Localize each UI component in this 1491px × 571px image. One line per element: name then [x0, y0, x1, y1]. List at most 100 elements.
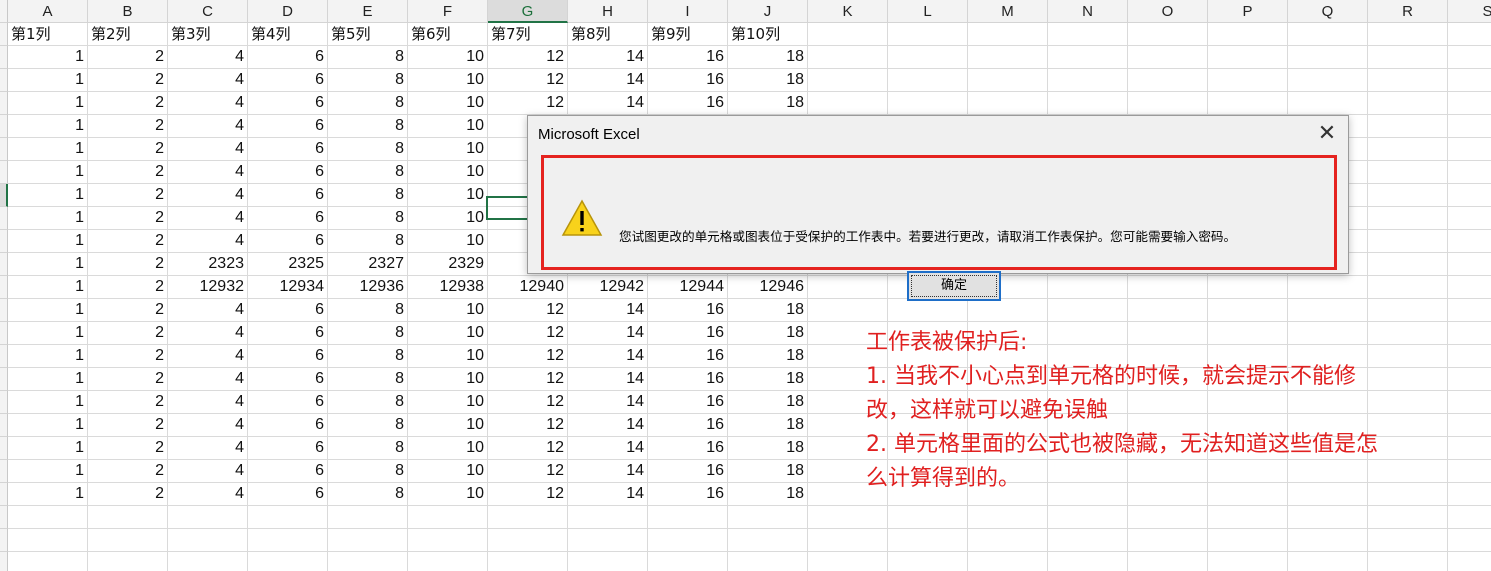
cell-A13[interactable]: 1: [8, 299, 88, 322]
cell-R1[interactable]: [1368, 23, 1448, 46]
cell-K12[interactable]: [808, 276, 888, 299]
cell-G20[interactable]: 12: [488, 460, 568, 483]
cell-I4[interactable]: 16: [648, 92, 728, 115]
cell-D21[interactable]: 6: [248, 483, 328, 506]
cell-I14[interactable]: 16: [648, 322, 728, 345]
cell-I21[interactable]: 16: [648, 483, 728, 506]
cell-H19[interactable]: 14: [568, 437, 648, 460]
cell-K4[interactable]: [808, 92, 888, 115]
cell-P12[interactable]: [1208, 276, 1288, 299]
cell-B17[interactable]: 2: [88, 391, 168, 414]
cell-E7[interactable]: 8: [328, 161, 408, 184]
cell-H14[interactable]: 14: [568, 322, 648, 345]
cell-I2[interactable]: 16: [648, 46, 728, 69]
cell-R9[interactable]: [1368, 207, 1448, 230]
column-header-E[interactable]: E: [328, 0, 408, 23]
cell-G19[interactable]: 12: [488, 437, 568, 460]
cell-B15[interactable]: 2: [88, 345, 168, 368]
cell-E19[interactable]: 8: [328, 437, 408, 460]
cell-S22[interactable]: [1448, 506, 1491, 529]
cell-N23[interactable]: [1048, 529, 1128, 552]
cell-C12[interactable]: 12932: [168, 276, 248, 299]
cell-O2[interactable]: [1128, 46, 1208, 69]
cell-A19[interactable]: 1: [8, 437, 88, 460]
cell-Q12[interactable]: [1288, 276, 1368, 299]
cell-R4[interactable]: [1368, 92, 1448, 115]
cell-E20[interactable]: 8: [328, 460, 408, 483]
cell-O23[interactable]: [1128, 529, 1208, 552]
cell-A21[interactable]: 1: [8, 483, 88, 506]
cell-E23[interactable]: [328, 529, 408, 552]
cell-L1[interactable]: [888, 23, 968, 46]
cell-A7[interactable]: 1: [8, 161, 88, 184]
cell-P2[interactable]: [1208, 46, 1288, 69]
cell-I15[interactable]: 16: [648, 345, 728, 368]
cell-B2[interactable]: 2: [88, 46, 168, 69]
cell-B13[interactable]: 2: [88, 299, 168, 322]
cell-S10[interactable]: [1448, 230, 1491, 253]
cell-R11[interactable]: [1368, 253, 1448, 276]
column-header-A[interactable]: A: [8, 0, 88, 23]
cell-H13[interactable]: 14: [568, 299, 648, 322]
cell-F18[interactable]: 10: [408, 414, 488, 437]
cell-I19[interactable]: 16: [648, 437, 728, 460]
row-header-5[interactable]: [0, 115, 8, 138]
cell-C17[interactable]: 4: [168, 391, 248, 414]
cell-J12[interactable]: 12946: [728, 276, 808, 299]
cell-C3[interactable]: 4: [168, 69, 248, 92]
cell-D22[interactable]: [248, 506, 328, 529]
cell-J15[interactable]: 18: [728, 345, 808, 368]
cell-D18[interactable]: 6: [248, 414, 328, 437]
column-header-L[interactable]: L: [888, 0, 968, 23]
cell-C5[interactable]: 4: [168, 115, 248, 138]
cell-B11[interactable]: 2: [88, 253, 168, 276]
cell-A9[interactable]: 1: [8, 207, 88, 230]
cell-H17[interactable]: 14: [568, 391, 648, 414]
cell-B19[interactable]: 2: [88, 437, 168, 460]
cell-Q4[interactable]: [1288, 92, 1368, 115]
cell-E13[interactable]: 8: [328, 299, 408, 322]
cell-G13[interactable]: 12: [488, 299, 568, 322]
cell-D13[interactable]: 6: [248, 299, 328, 322]
cell-B23[interactable]: [88, 529, 168, 552]
cell-Q23[interactable]: [1288, 529, 1368, 552]
cell-O24[interactable]: [1128, 552, 1208, 571]
cell-G14[interactable]: 12: [488, 322, 568, 345]
cell-G24[interactable]: [488, 552, 568, 571]
cell-E21[interactable]: 8: [328, 483, 408, 506]
cell-O1[interactable]: [1128, 23, 1208, 46]
cell-F4[interactable]: 10: [408, 92, 488, 115]
cell-A8[interactable]: 1: [8, 184, 88, 207]
cell-G12[interactable]: 12940: [488, 276, 568, 299]
cell-Q1[interactable]: [1288, 23, 1368, 46]
cell-E8[interactable]: 8: [328, 184, 408, 207]
cell-H4[interactable]: 14: [568, 92, 648, 115]
row-header-19[interactable]: [0, 437, 8, 460]
cell-R12[interactable]: [1368, 276, 1448, 299]
cell-D10[interactable]: 6: [248, 230, 328, 253]
cell-C14[interactable]: 4: [168, 322, 248, 345]
cell-E17[interactable]: 8: [328, 391, 408, 414]
cell-A6[interactable]: 1: [8, 138, 88, 161]
cell-F22[interactable]: [408, 506, 488, 529]
cell-D15[interactable]: 6: [248, 345, 328, 368]
cell-D7[interactable]: 6: [248, 161, 328, 184]
cell-N22[interactable]: [1048, 506, 1128, 529]
cell-C16[interactable]: 4: [168, 368, 248, 391]
cell-D16[interactable]: 6: [248, 368, 328, 391]
cell-B22[interactable]: [88, 506, 168, 529]
row-header-21[interactable]: [0, 483, 8, 506]
cell-C9[interactable]: 4: [168, 207, 248, 230]
cell-I16[interactable]: 16: [648, 368, 728, 391]
cell-H21[interactable]: 14: [568, 483, 648, 506]
cell-Q3[interactable]: [1288, 69, 1368, 92]
cell-N24[interactable]: [1048, 552, 1128, 571]
cell-N4[interactable]: [1048, 92, 1128, 115]
cell-S8[interactable]: [1448, 184, 1491, 207]
column-header-F[interactable]: F: [408, 0, 488, 23]
cell-H2[interactable]: 14: [568, 46, 648, 69]
row-header-16[interactable]: [0, 368, 8, 391]
cell-B12[interactable]: 2: [88, 276, 168, 299]
cell-B5[interactable]: 2: [88, 115, 168, 138]
cell-J3[interactable]: 18: [728, 69, 808, 92]
